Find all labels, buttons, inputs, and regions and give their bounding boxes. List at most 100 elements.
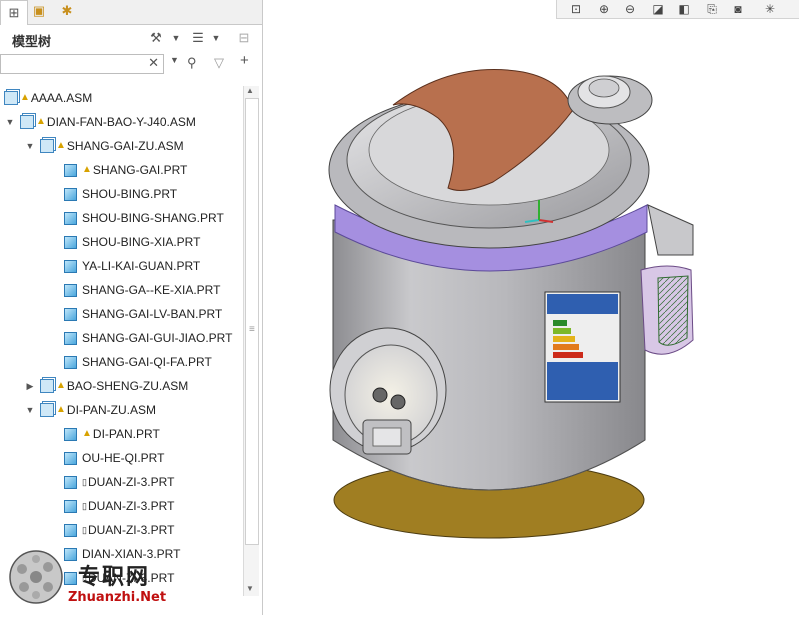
tree-item-label: BAO-SHENG-ZU.ASM	[66, 379, 189, 393]
tree-item[interactable]: YA-LI-KAI-GUAN.PRT	[64, 254, 200, 278]
zoom-in-icon[interactable]: ⊕	[595, 1, 613, 17]
tools-icon[interactable]: ⚒	[146, 28, 166, 48]
tree-header: 模型树 ⚒ ▼ ☰ ▼ ⊟	[0, 24, 262, 52]
camera-icon[interactable]: ◙	[729, 1, 747, 17]
watermark-logo: 专职网 Zhuanzhi.Net	[8, 545, 198, 611]
part-icon	[64, 187, 77, 201]
part-icon	[64, 355, 77, 369]
datum-display-icon[interactable]: ✳	[761, 1, 779, 17]
tree-item-label: DUAN-ZI-3.PRT	[87, 499, 175, 513]
tree-item[interactable]: SHANG-GAI-QI-FA.PRT	[64, 350, 212, 374]
tree-item[interactable]: SHANG-GA--KE-XIA.PRT	[64, 278, 220, 302]
assembly-icon	[20, 115, 34, 129]
chevron-down-icon[interactable]: ▼	[24, 141, 36, 151]
model-tree-panel: ⊞ ▣ ✱ 模型树 ⚒ ▼ ☰ ▼ ⊟ ✕ ▼ ⚲ ▽ + ▲ AAAA.ASM	[0, 0, 263, 615]
tree-item[interactable]: ▯ DUAN-ZI-3.PRT	[64, 518, 174, 542]
assembly-icon	[40, 403, 54, 417]
tree-item-label: SHOU-BING-SHANG.PRT	[82, 211, 224, 225]
tree-item[interactable]: SHOU-BING-XIA.PRT	[64, 230, 200, 254]
tree-item-label: DIAN-FAN-BAO-Y-J40.ASM	[46, 115, 196, 129]
zoom-fit-icon[interactable]: ⊡	[567, 1, 585, 17]
tree-item[interactable]: ▯ DUAN-ZI-3.PRT	[64, 470, 174, 494]
tree-item[interactable]: ▼ ▲ DIAN-FAN-BAO-Y-J40.ASM	[4, 110, 196, 134]
chevron-down-icon[interactable]: ▼	[206, 28, 226, 48]
tree-scrollbar[interactable]: ▲ ≡ ▼	[243, 86, 259, 596]
part-icon	[64, 235, 77, 249]
note-icon: ▯	[82, 524, 87, 535]
panel-tabstrip: ⊞ ▣ ✱	[0, 0, 262, 25]
filter-icon[interactable]: ▽	[214, 55, 224, 71]
chevron-down-icon[interactable]: ▼	[24, 405, 36, 415]
globe-icon	[9, 550, 63, 604]
part-icon	[64, 475, 77, 489]
view-toolbar: ⊡ ⊕ ⊖ ◪ ◧ ⎘ ◙ ✳	[556, 0, 799, 19]
plus-icon[interactable]: +	[240, 52, 249, 69]
warning-icon: ▲	[56, 380, 66, 391]
folder-icon: ▣	[32, 3, 46, 18]
tree-item[interactable]: SHOU-BING.PRT	[64, 182, 177, 206]
part-icon	[64, 331, 77, 345]
tab-favorites[interactable]: ✱	[54, 0, 80, 22]
tree-item[interactable]: ▲ SHANG-GAI.PRT	[64, 158, 187, 182]
tree-item-label: SHOU-BING-XIA.PRT	[82, 235, 201, 249]
part-icon	[64, 211, 77, 225]
part-icon	[64, 451, 77, 465]
watermark-cn-text: 专职网	[78, 564, 151, 590]
warning-icon: ▲	[36, 116, 46, 127]
tree-item-label: DI-PAN-ZU.ASM	[66, 403, 157, 417]
panel-title: 模型树	[12, 34, 52, 49]
zoom-out-icon[interactable]: ⊖	[621, 1, 639, 17]
tree-item-label: YA-LI-KAI-GUAN.PRT	[82, 259, 201, 273]
tree-item[interactable]: ▲ DI-PAN.PRT	[64, 422, 160, 446]
tree-item-label: SHOU-BING.PRT	[82, 187, 178, 201]
part-icon	[64, 259, 77, 273]
scroll-up-icon[interactable]: ▲	[246, 86, 254, 95]
tree-item[interactable]: ▼ ▲ DI-PAN-ZU.ASM	[24, 398, 156, 422]
warning-icon: ▲	[82, 164, 92, 175]
graphics-viewport[interactable]	[263, 0, 799, 615]
part-icon	[64, 499, 77, 513]
columns-icon[interactable]: ⊟	[234, 28, 254, 48]
tree-item[interactable]: SHANG-GAI-LV-BAN.PRT	[64, 302, 222, 326]
tab-folder-browser[interactable]: ▣	[26, 0, 52, 22]
close-icon[interactable]: ✕	[148, 55, 159, 71]
scroll-down-icon[interactable]: ▼	[246, 584, 254, 593]
search-field[interactable]: ✕	[0, 54, 164, 74]
search-row: ✕ ▼ ⚲ ▽ +	[0, 52, 262, 76]
tree-item[interactable]: ▲ AAAA.ASM	[4, 86, 92, 110]
list-options-icon[interactable]: ☰	[188, 28, 208, 48]
assembly-icon	[40, 139, 54, 153]
part-icon	[64, 163, 77, 177]
tree-item-label: SHANG-GAI-LV-BAN.PRT	[82, 307, 223, 321]
tree-item[interactable]: OU-HE-QI.PRT	[64, 446, 164, 470]
part-icon	[64, 283, 77, 297]
chevron-down-icon[interactable]: ▼	[166, 28, 186, 48]
search-input[interactable]	[1, 56, 149, 72]
part-icon	[64, 307, 77, 321]
tree-item[interactable]: ▯ DUAN-ZI-3.PRT	[64, 494, 174, 518]
tree-item-label: SHANG-GAI-ZU.ASM	[66, 139, 184, 153]
tree-item-label: DUAN-ZI-3.PRT	[87, 523, 175, 537]
tree-item-label: DUAN-ZI-3.PRT	[87, 475, 175, 489]
assembly-icon	[4, 91, 18, 105]
favorites-icon: ✱	[61, 3, 73, 18]
grip-icon: ≡	[249, 324, 255, 335]
warning-icon: ▲	[56, 404, 66, 415]
rice-cooker-model	[328, 69, 694, 539]
chevron-down-icon[interactable]: ▼	[170, 55, 179, 65]
saved-views-icon[interactable]: ⎘	[703, 1, 721, 17]
display-style-icon[interactable]: ◧	[675, 1, 693, 17]
tree-item-label: SHANG-GAI-GUI-JIAO.PRT	[82, 331, 233, 345]
tree-item[interactable]: SHANG-GAI-GUI-JIAO.PRT	[64, 326, 232, 350]
chevron-right-icon[interactable]: ▶	[24, 381, 36, 392]
tree-item[interactable]: ▶ ▲ BAO-SHENG-ZU.ASM	[24, 374, 188, 398]
tree-item[interactable]: SHOU-BING-SHANG.PRT	[64, 206, 224, 230]
repaint-icon[interactable]: ◪	[649, 1, 667, 17]
tree-item[interactable]: ▼ ▲ SHANG-GAI-ZU.ASM	[24, 134, 184, 158]
binoculars-icon[interactable]: ⚲	[187, 55, 197, 71]
note-icon: ▯	[82, 476, 87, 487]
tab-model-tree[interactable]: ⊞	[0, 0, 28, 25]
tree-item-label: AAAA.ASM	[30, 91, 93, 105]
chevron-down-icon[interactable]: ▼	[4, 117, 16, 127]
scrollbar-thumb[interactable]: ≡	[245, 98, 259, 545]
